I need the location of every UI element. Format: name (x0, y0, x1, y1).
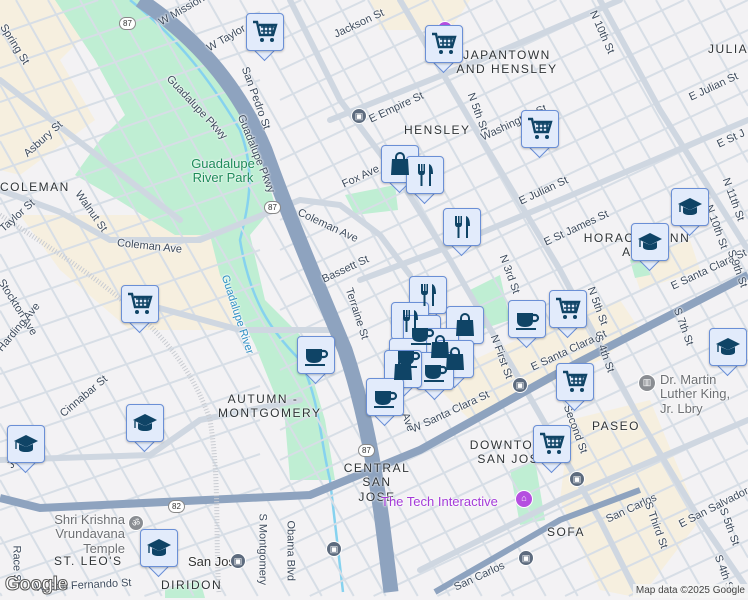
street-label: S Montgomery (256, 513, 269, 586)
cart-marker[interactable] (425, 25, 463, 74)
school-marker[interactable] (631, 223, 669, 272)
transit-icon[interactable]: ▣ (230, 553, 246, 569)
cart-icon (246, 13, 284, 51)
school-marker[interactable] (126, 404, 164, 453)
school-icon (631, 223, 669, 261)
cart-icon (521, 110, 559, 148)
temple-label[interactable]: Shri Krishna Vrundavana Temple (45, 512, 125, 556)
cart-icon (121, 285, 159, 323)
restaurant-marker[interactable] (406, 156, 444, 205)
neighborhood-label: AUTUMN - MONTGOMERY (218, 392, 322, 421)
coffee-marker[interactable] (297, 336, 335, 385)
highway-87-shield: 87 (119, 17, 136, 30)
park-label: Guadalupe River Park (191, 156, 255, 186)
neighborhood-label: ST. LEO'S (54, 554, 123, 568)
neighborhood-label: COLEMAN (0, 180, 70, 194)
museum-icon[interactable]: ⌂ (515, 490, 533, 508)
cart-icon (533, 425, 571, 463)
cart-icon (556, 363, 594, 401)
school-icon (140, 529, 178, 567)
neighborhood-label: DIRIDON (161, 578, 223, 592)
school-marker[interactable] (671, 188, 709, 237)
highway-82-shield: 82 (168, 500, 185, 513)
transit-icon[interactable]: ▣ (512, 377, 528, 393)
coffee-marker[interactable] (366, 378, 404, 427)
school-icon (709, 328, 747, 366)
neighborhood-label: SOFA (547, 525, 586, 539)
cart-marker[interactable] (521, 110, 559, 159)
restaurant-icon (443, 208, 481, 246)
coffee-icon (366, 378, 404, 416)
transit-icon[interactable]: ▣ (518, 550, 534, 566)
restaurant-marker[interactable] (443, 208, 481, 257)
neighborhood-label: JAPANTOWN AND HENSLEY (456, 48, 558, 77)
transit-icon[interactable]: ▣ (351, 108, 367, 124)
map-attribution[interactable]: Map data ©2025 Google (632, 584, 748, 598)
coffee-icon (508, 300, 546, 338)
coffee-marker[interactable] (508, 300, 546, 349)
library-label[interactable]: Dr. Martin Luther King, Jr. Lbry (660, 372, 746, 416)
street (0, 592, 3, 597)
cart-marker[interactable] (121, 285, 159, 334)
school-marker[interactable] (709, 328, 747, 377)
cart-marker[interactable] (556, 363, 594, 412)
coffee-icon (297, 336, 335, 374)
school-marker[interactable] (140, 529, 178, 578)
street-label: Obama Blvd (284, 520, 297, 582)
highway-87-shield: 87 (358, 444, 375, 457)
restaurant-icon (406, 156, 444, 194)
school-icon (126, 404, 164, 442)
cart-marker[interactable] (246, 13, 284, 62)
transit-icon[interactable]: ▣ (569, 471, 585, 487)
cart-marker[interactable] (549, 290, 587, 339)
neighborhood-label: HENSLEY (404, 123, 471, 137)
school-icon (7, 425, 45, 463)
tech-interactive-label[interactable]: The Tech Interactive (381, 495, 498, 508)
school-icon (671, 188, 709, 226)
neighborhood-label: PASEO (592, 419, 640, 433)
transit-icon[interactable]: ▣ (326, 541, 342, 557)
school-marker[interactable] (7, 425, 45, 474)
library-icon[interactable]: ▥ (638, 374, 656, 392)
neighborhood-label: JULIA (708, 42, 748, 56)
cart-icon (425, 25, 463, 63)
google-logo[interactable]: Google (4, 574, 68, 596)
cart-marker[interactable] (533, 425, 571, 474)
highway-87-shield: 87 (264, 201, 281, 214)
coffee-icon (416, 352, 454, 390)
cart-icon (549, 290, 587, 328)
